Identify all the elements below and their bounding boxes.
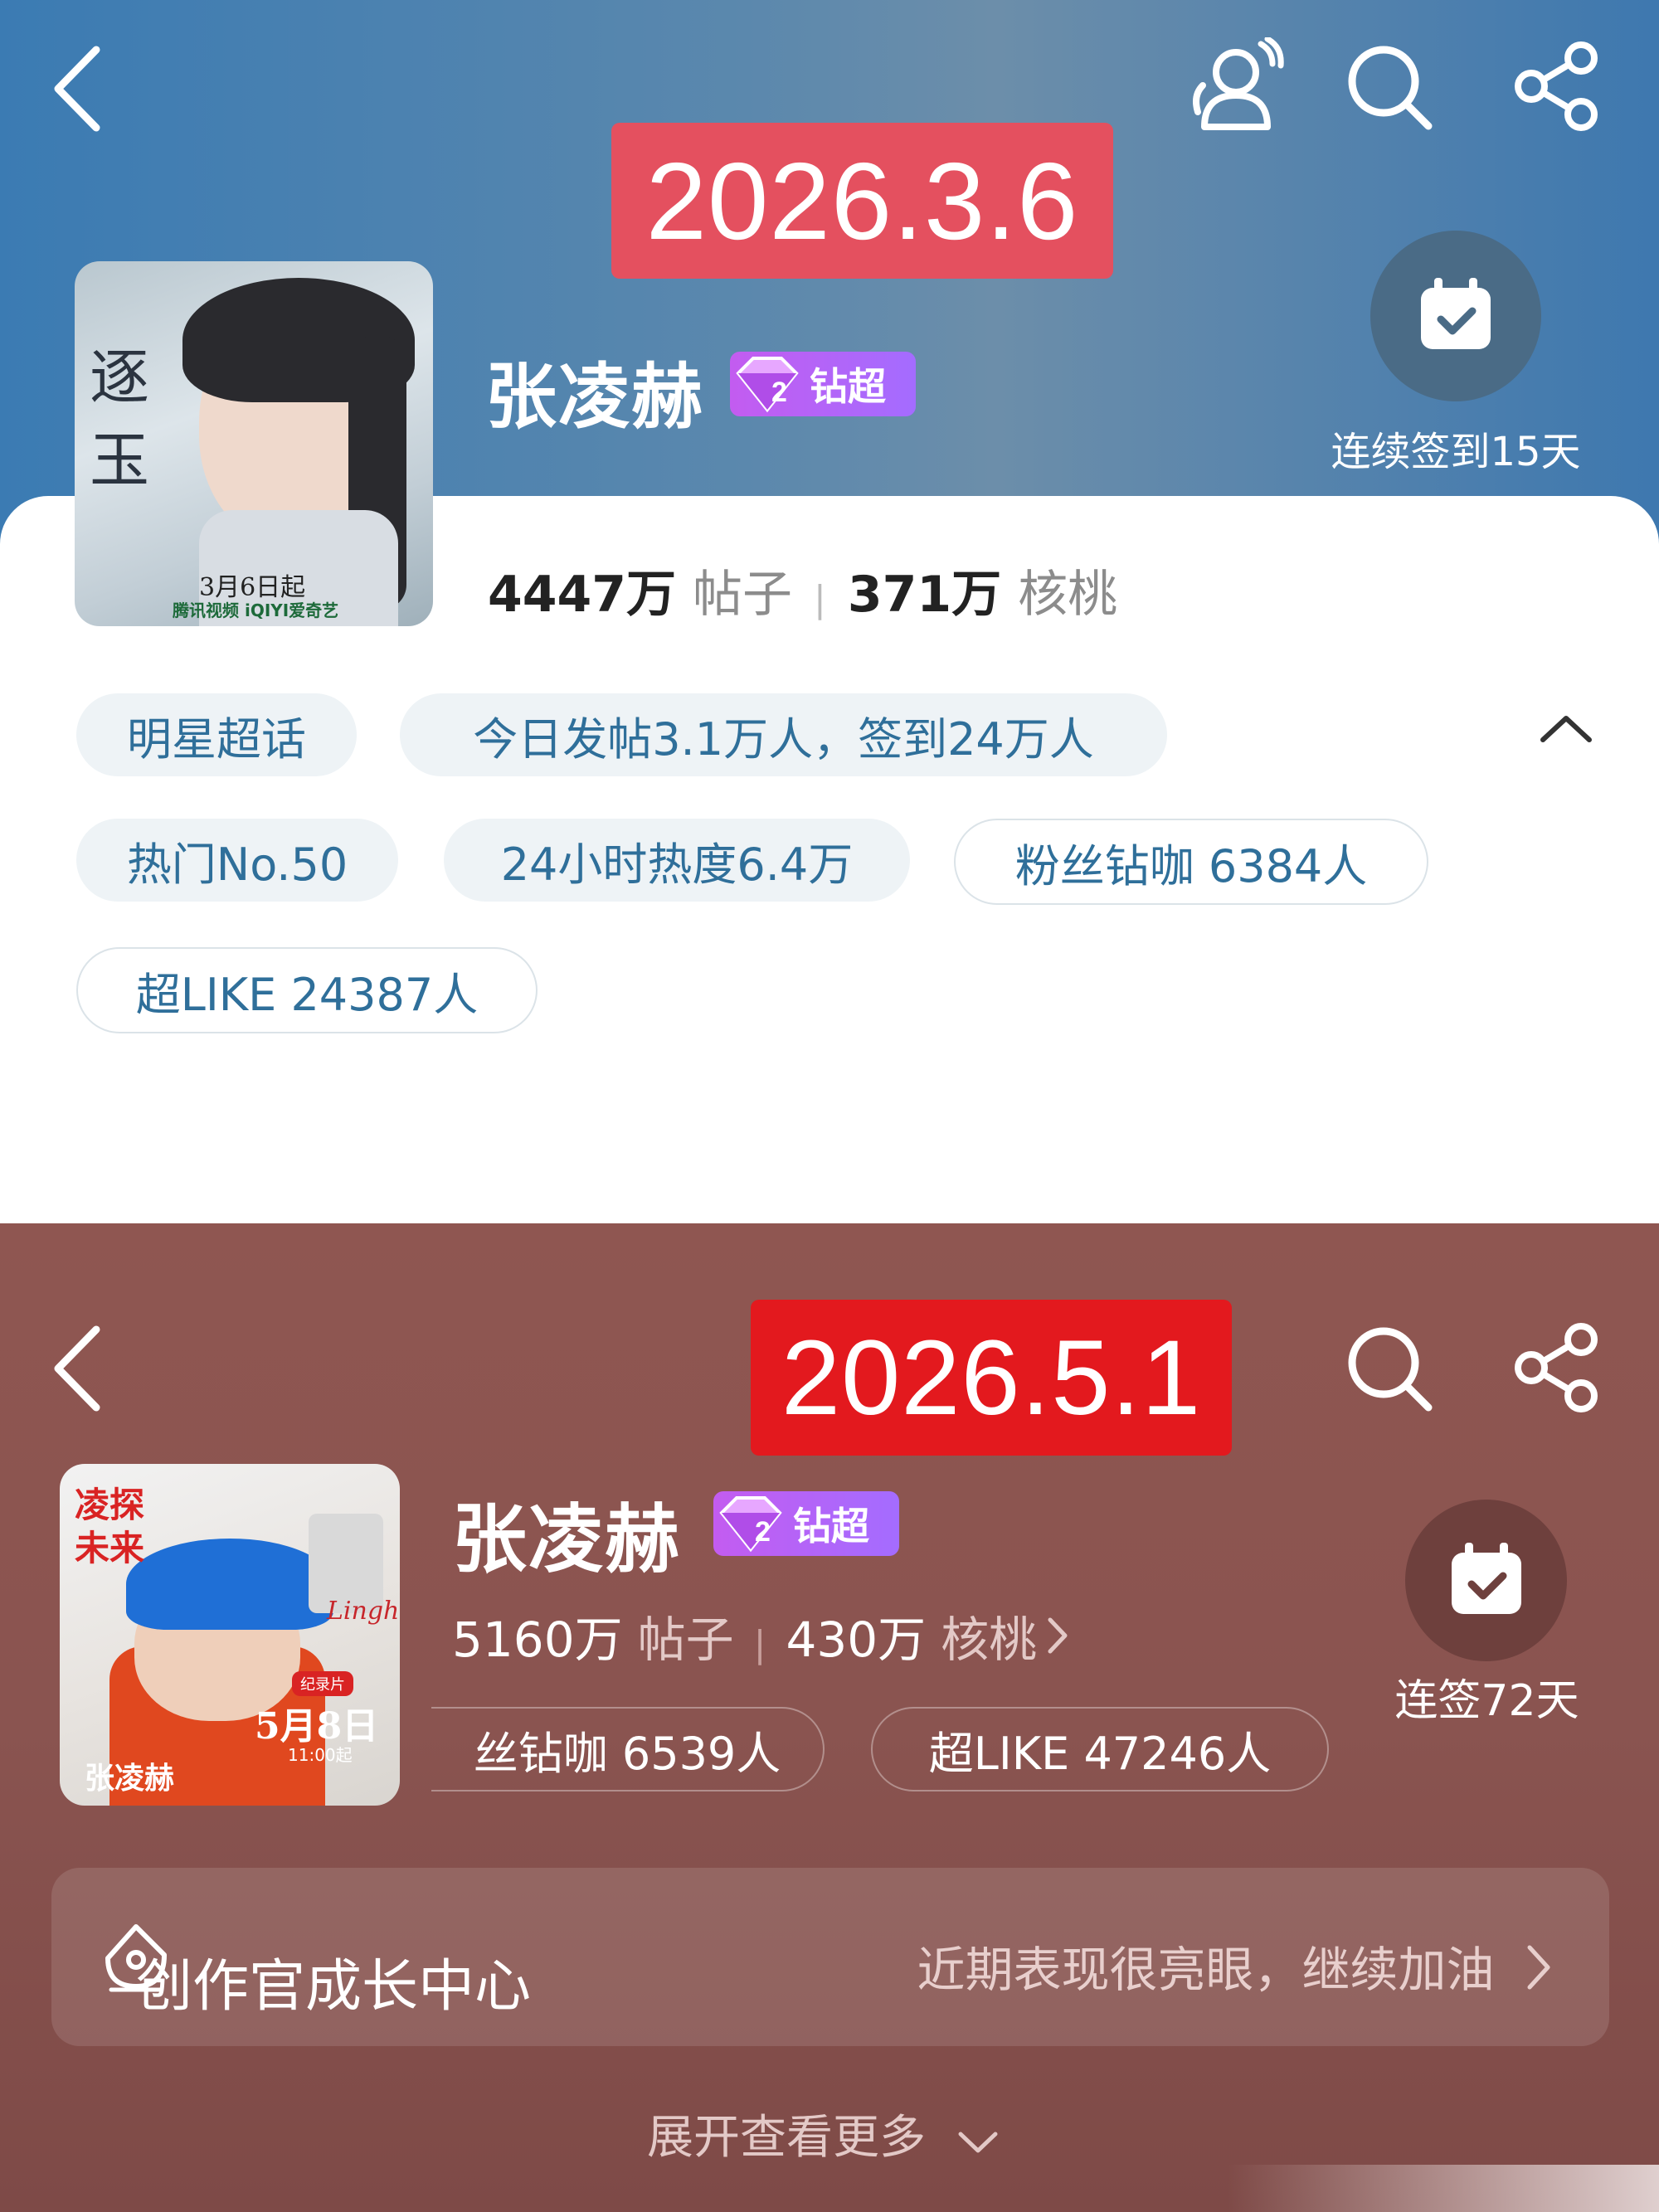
- cover-tag: 纪录片: [292, 1671, 353, 1696]
- posts-count: 5160万: [452, 1612, 623, 1668]
- walnuts-count: 430万: [786, 1612, 927, 1668]
- chip-super-like-2[interactable]: 超LIKE 47246人: [871, 1707, 1329, 1791]
- checkin-streak-2: 连签72天: [1394, 1676, 1579, 1726]
- posts-unit: 帖子: [693, 566, 792, 624]
- share-button[interactable]: [1513, 40, 1604, 131]
- badge-label: 钻超: [793, 1504, 869, 1548]
- stats-divider: |: [814, 578, 826, 620]
- badge-label: 钻超: [810, 364, 886, 409]
- search-button-2[interactable]: [1344, 1323, 1435, 1414]
- growth-subtitle-text: 近期表现很亮眼，继续加油: [917, 1942, 1495, 1998]
- walnuts-unit: 核桃: [941, 1612, 1038, 1668]
- cover-script: Linghe: [327, 1597, 400, 1626]
- stats-divider: |: [753, 1623, 766, 1665]
- diamond-icon: 2: [730, 352, 805, 416]
- checkin-streak: 连续签到15天: [1331, 429, 1581, 475]
- chip-fan-diamond-2[interactable]: 丝钻咖 6539人: [431, 1707, 825, 1791]
- cover-time: 11:00起: [288, 1745, 353, 1765]
- chevron-up-icon: [1540, 716, 1593, 748]
- collapse-button[interactable]: [1540, 712, 1593, 748]
- calendar-check-icon: [1414, 273, 1497, 359]
- super-diamond-badge[interactable]: 2 钻超: [730, 352, 916, 416]
- diamond-icon: 2: [713, 1491, 788, 1556]
- share-button-2[interactable]: [1513, 1321, 1604, 1412]
- date-stamp-2: 2026.5.1: [751, 1300, 1232, 1456]
- cover-title: 逐玉: [90, 343, 150, 495]
- chip-hot-rank[interactable]: 热门No.50: [76, 819, 398, 902]
- back-button[interactable]: [48, 43, 106, 134]
- topic-header-2026-5-1: 2026.5.1 凌探未来 Linghe 纪录片 5月8日 11:00起 张凌赫…: [0, 1223, 1659, 2212]
- topic-stats: 4447万 帖子 | 371万 核桃: [488, 554, 1117, 626]
- walnuts-unit: 核桃: [1018, 566, 1118, 624]
- star-name-2: 张凌赫: [452, 1496, 681, 1583]
- watermark: [1228, 2165, 1659, 2212]
- growth-title: 创作官成长中心: [136, 1954, 532, 2020]
- topic-header-2026-3-6: 2026.3.6 逐玉 3月6日起 腾讯视频 iQIYI爱奇艺 张凌赫 2 钻超…: [0, 0, 1659, 1223]
- growth-subtitle: 近期表现很亮眼，继续加油: [917, 1931, 1553, 2004]
- chip-category[interactable]: 明星超话: [76, 693, 357, 776]
- cover-title: 凌探未来: [75, 1485, 145, 1568]
- share-icon: [1513, 40, 1604, 131]
- cover-star-name: 张凌赫: [85, 1761, 175, 1796]
- posts-count: 4447万: [488, 566, 676, 624]
- walnuts-count: 371万: [847, 566, 1002, 624]
- topic-cover-image[interactable]: 逐玉 3月6日起 腾讯视频 iQIYI爱奇艺: [75, 261, 433, 626]
- chevron-right-icon[interactable]: [1045, 1612, 1070, 1668]
- svg-text:2: 2: [771, 377, 787, 408]
- chevron-left-icon: [48, 43, 106, 134]
- topic-cover-image-2[interactable]: 凌探未来 Linghe 纪录片 5月8日 11:00起 张凌赫: [60, 1464, 400, 1806]
- share-icon: [1513, 1321, 1604, 1412]
- svg-text:2: 2: [755, 1516, 771, 1548]
- chip-fan-diamond[interactable]: 粉丝钻咖 6384人: [954, 819, 1428, 905]
- people-button[interactable]: [1186, 37, 1286, 133]
- search-button[interactable]: [1344, 41, 1435, 133]
- expand-more-label: 展开查看更多: [647, 2111, 926, 2165]
- expand-more-button[interactable]: 展开查看更多: [647, 2100, 999, 2167]
- search-icon: [1344, 1323, 1435, 1414]
- people-icon: [1186, 37, 1286, 133]
- search-icon: [1344, 41, 1435, 133]
- chip-today-activity[interactable]: 今日发帖3.1万人，签到24万人: [400, 693, 1167, 776]
- topic-stats-2: 5160万 帖子 | 430万 核桃: [452, 1601, 1070, 1670]
- star-name: 张凌赫: [485, 356, 704, 439]
- date-stamp: 2026.3.6: [611, 123, 1113, 279]
- checkin-button[interactable]: [1370, 231, 1541, 401]
- chevron-left-icon: [48, 1323, 106, 1414]
- chip-super-like[interactable]: 超LIKE 24387人: [76, 947, 538, 1033]
- super-diamond-badge-2[interactable]: 2 钻超: [713, 1491, 899, 1556]
- chip-24h-heat[interactable]: 24小时热度6.4万: [444, 819, 910, 902]
- chevron-down-icon: [957, 2113, 999, 2167]
- back-button-2[interactable]: [48, 1323, 106, 1414]
- checkin-button-2[interactable]: [1405, 1500, 1567, 1661]
- calendar-check-icon: [1445, 1538, 1528, 1624]
- posts-unit: 帖子: [637, 1612, 734, 1668]
- cover-platforms: 腾讯视频 iQIYI爱奇艺: [173, 600, 339, 620]
- chevron-right-icon: [1525, 1942, 1553, 2004]
